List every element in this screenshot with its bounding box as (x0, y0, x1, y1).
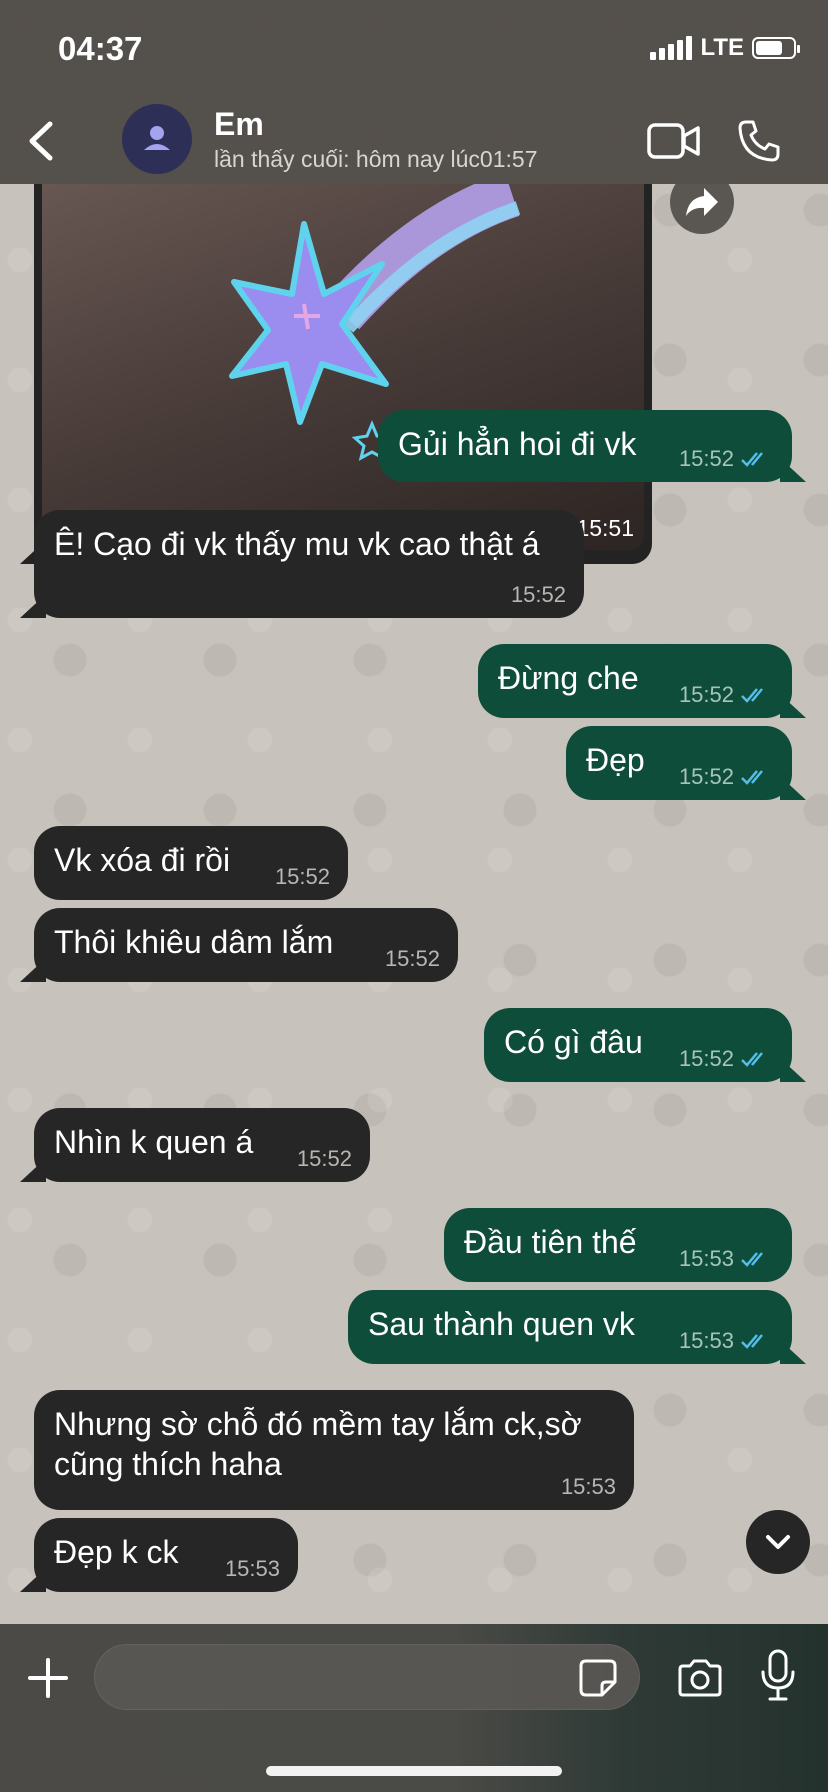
message-meta: 15:52 (679, 446, 774, 472)
phone-icon (738, 120, 780, 162)
message-meta: 15:53 (225, 1556, 280, 1582)
message-meta: 15:52 (679, 764, 774, 790)
message-time: 15:53 (224, 1556, 280, 1581)
sparkle-sticker-icon (229, 184, 521, 461)
message-text: Ê! Cạo đi vk thấy mu vk cao thật á (54, 526, 540, 562)
message-time: 15:52 (678, 764, 734, 789)
message-incoming[interactable]: Nhưng sờ chỗ đó mềm tay lắm ck,sờ cũng t… (34, 1390, 634, 1510)
message-outgoing[interactable]: Gủi hẳn hoi đi vk 15:52 (378, 410, 792, 482)
message-time: 15:53 (678, 1328, 734, 1353)
media-timestamp: 15:51 (576, 515, 634, 541)
last-seen-text: lần thấy cuối: hôm nay lúc01:57 (214, 146, 538, 172)
message-time: 15:53 (560, 1474, 616, 1499)
double-check-icon (741, 452, 763, 467)
photo-thumbnail[interactable] (42, 184, 644, 550)
camera-icon (678, 1659, 722, 1697)
message-meta: 15:52 (679, 1046, 774, 1072)
message-time: 15:52 (678, 446, 734, 471)
attach-button[interactable] (26, 1656, 70, 1700)
forward-button[interactable] (670, 184, 734, 234)
media-message[interactable]: 15:51 (34, 184, 652, 564)
message-time: 15:52 (296, 1146, 352, 1171)
microphone-icon (761, 1649, 795, 1701)
message-incoming[interactable]: Ê! Cạo đi vk thấy mu vk cao thật á 15:52 (34, 510, 584, 618)
plus-icon (28, 1658, 68, 1698)
message-outgoing[interactable]: Đừng che 15:52 (478, 644, 792, 718)
message-meta: 15:52 (297, 1146, 352, 1172)
back-button[interactable] (22, 118, 62, 164)
message-incoming[interactable]: Thôi khiêu dâm lắm 15:52 (34, 908, 458, 982)
home-indicator[interactable] (266, 1766, 562, 1776)
message-incoming[interactable]: Vk xóa đi rồi 15:52 (34, 826, 348, 900)
signal-icon (650, 36, 693, 60)
double-check-icon (741, 1252, 763, 1267)
message-text: Nhưng sờ chỗ đó mềm tay lắm ck,sờ cũng t… (54, 1406, 582, 1482)
message-meta: 15:53 (561, 1474, 616, 1500)
back-chevron-icon (29, 121, 53, 161)
message-time: 15:53 (678, 1246, 734, 1271)
status-time: 04:37 (58, 30, 143, 67)
message-incoming[interactable]: Nhìn k quen á 15:52 (34, 1108, 370, 1182)
contact-name[interactable]: Em (214, 106, 264, 143)
message-time: 15:52 (274, 864, 330, 889)
sticker-icon (579, 1659, 617, 1697)
message-outgoing[interactable]: Đẹp 15:52 (566, 726, 792, 800)
avatar[interactable] (122, 104, 192, 174)
message-input[interactable] (94, 1644, 640, 1710)
double-check-icon (741, 770, 763, 785)
message-outgoing[interactable]: Có gì đâu 15:52 (484, 1008, 792, 1082)
scroll-to-bottom-button[interactable] (746, 1510, 810, 1574)
message-meta: 15:52 (511, 582, 566, 608)
video-camera-icon (647, 123, 700, 159)
sticker-button[interactable] (578, 1658, 618, 1698)
double-check-icon (741, 688, 763, 703)
message-incoming[interactable]: Đẹp k ck 15:53 (34, 1518, 298, 1592)
message-time: 15:52 (678, 682, 734, 707)
message-list[interactable]: 15:51 Gủi hẳn hoi đi vk 15:52 Ê! Cạo đi … (0, 184, 828, 1624)
message-meta: 15:52 (385, 946, 440, 972)
forward-icon (686, 188, 718, 216)
message-text: Thôi khiêu dâm lắm (54, 924, 334, 960)
status-indicators: LTE (650, 34, 800, 62)
message-meta: 15:52 (679, 682, 774, 708)
voice-call-button[interactable] (736, 118, 782, 164)
message-meta: 15:52 (275, 864, 330, 890)
battery-icon (752, 37, 800, 59)
camera-button[interactable] (676, 1658, 724, 1698)
message-meta: 15:53 (679, 1328, 774, 1354)
person-icon (144, 126, 170, 150)
message-time: 15:52 (510, 582, 566, 607)
message-outgoing[interactable]: Sau thành quen vk 15:53 (348, 1290, 792, 1364)
composer-bar (0, 1624, 828, 1792)
double-check-icon (741, 1334, 763, 1349)
chat-header: 04:37 LTE Em lần thấy cuối: hôm nay lúc0… (0, 0, 828, 184)
network-label: LTE (700, 34, 744, 61)
video-call-button[interactable] (646, 120, 702, 162)
message-time: 15:52 (384, 946, 440, 971)
double-check-icon (741, 1052, 763, 1067)
message-time: 15:52 (678, 1046, 734, 1071)
voice-message-button[interactable] (760, 1648, 796, 1702)
chevron-down-icon (766, 1535, 790, 1549)
message-meta: 15:53 (679, 1246, 774, 1272)
message-outgoing[interactable]: Đầu tiên thế 15:53 (444, 1208, 792, 1282)
